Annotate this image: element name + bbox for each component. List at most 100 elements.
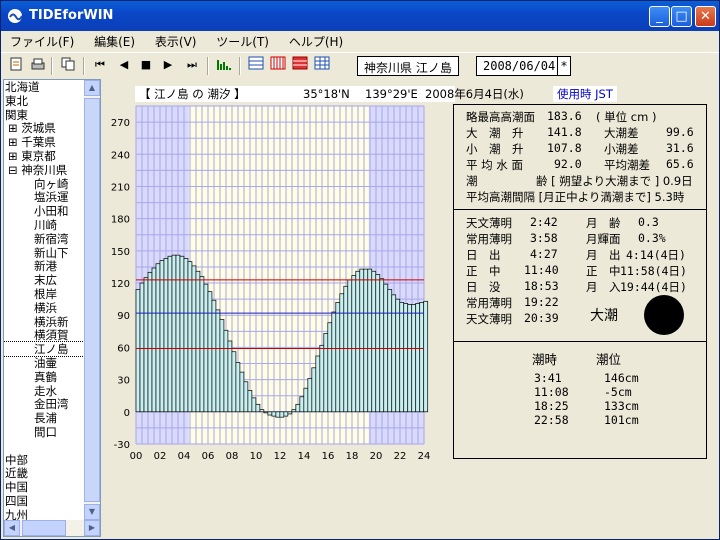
tide-bar bbox=[239, 371, 245, 413]
tide-bar bbox=[287, 411, 293, 415]
tide-bar bbox=[175, 254, 181, 413]
tide-bar bbox=[319, 344, 325, 413]
scroll-down-icon[interactable]: ▼ bbox=[84, 504, 100, 520]
tide-level: 101cm bbox=[604, 413, 639, 427]
tide-bar bbox=[415, 303, 421, 413]
stop-icon[interactable]: ■ bbox=[137, 56, 155, 74]
tree-item[interactable] bbox=[4, 439, 84, 453]
scroll-right-icon[interactable]: ▶ bbox=[84, 520, 100, 536]
tree-item[interactable]: 間口 bbox=[4, 425, 84, 439]
close-button[interactable]: ✕ bbox=[695, 6, 716, 27]
tree-item[interactable]: 新宿湾 bbox=[4, 232, 84, 246]
tree-item[interactable]: 真鶴 bbox=[4, 370, 84, 384]
tree-item[interactable]: ⊞ 東京都 bbox=[4, 149, 84, 163]
y-tick-label: 120 bbox=[111, 279, 130, 290]
menu-file[interactable]: ファイル(F) bbox=[3, 31, 81, 52]
menu-view[interactable]: 表示(V) bbox=[148, 31, 204, 52]
menu-edit[interactable]: 編集(E) bbox=[87, 31, 142, 52]
tree-item[interactable]: 九州 bbox=[4, 508, 84, 520]
new-icon[interactable] bbox=[7, 56, 25, 74]
date-picker-button[interactable]: * bbox=[557, 56, 571, 76]
tree-item[interactable]: 関東 bbox=[4, 108, 84, 122]
tree-item[interactable]: 油壷 bbox=[4, 356, 84, 370]
tree-item[interactable]: 横浜 bbox=[4, 301, 84, 315]
prev-icon[interactable]: ◀ bbox=[115, 56, 133, 74]
y-tick-label: 180 bbox=[111, 215, 130, 226]
tree-item[interactable]: 北海道 bbox=[4, 80, 84, 94]
last-icon[interactable]: ⏭ bbox=[183, 56, 201, 74]
chart-icon[interactable] bbox=[215, 56, 233, 74]
view-grid-red-icon[interactable] bbox=[269, 56, 287, 74]
tide-bar bbox=[271, 411, 277, 417]
tree-item[interactable]: 走水 bbox=[4, 384, 84, 398]
maximize-button[interactable]: □ bbox=[671, 6, 692, 27]
tree-item[interactable]: 新山下 bbox=[4, 246, 84, 260]
tree-item[interactable]: 末広 bbox=[4, 273, 84, 287]
tree-item[interactable]: 東北 bbox=[4, 94, 84, 108]
next-icon[interactable]: ▶ bbox=[159, 56, 177, 74]
tree-item[interactable]: 小田和 bbox=[4, 204, 84, 218]
astro-twilight-am-value: 2:42 bbox=[530, 215, 558, 229]
tide-bar bbox=[387, 289, 393, 413]
moon-phase-label: 大潮 bbox=[590, 308, 618, 324]
tide-bar bbox=[211, 299, 217, 413]
tide-bar bbox=[399, 302, 405, 413]
info-tide-age-value: 齢 [ 朔望より大潮まで ] 0.9日 bbox=[536, 174, 693, 188]
minimize-button[interactable]: _ bbox=[649, 6, 670, 27]
tree-item[interactable]: 近畿 bbox=[4, 466, 84, 480]
scroll-up-icon[interactable]: ▲ bbox=[84, 80, 100, 96]
tree-item[interactable]: 新港 bbox=[4, 259, 84, 273]
x-tick-label: 24 bbox=[418, 451, 431, 462]
tide-bar bbox=[335, 302, 341, 413]
menu-help[interactable]: ヘルプ(H) bbox=[282, 31, 350, 52]
copy-icon[interactable] bbox=[59, 56, 77, 74]
info-tide-age-label: 潮 bbox=[466, 174, 478, 188]
region-tree: 北海道 東北 関東 ⊞ 茨城県 ⊞ 千葉県 ⊞ 東京都 ⊟ 神奈川県 向ヶ崎 塩浜運 小田和 川崎新… bbox=[3, 79, 101, 537]
tree-item[interactable]: ⊞ 茨城県 bbox=[4, 121, 84, 135]
tide-bar bbox=[383, 283, 389, 413]
view-table-icon[interactable] bbox=[313, 56, 331, 74]
tree-item[interactable]: ⊟ 神奈川県 bbox=[4, 163, 84, 177]
tree-item[interactable]: 中部 bbox=[4, 453, 84, 467]
tree-item[interactable]: 江ノ島 bbox=[4, 341, 84, 357]
hscroll-thumb[interactable] bbox=[22, 520, 66, 536]
tide-bar bbox=[355, 270, 361, 413]
y-tick-label: 0 bbox=[124, 408, 130, 419]
y-tick-label: -30 bbox=[114, 440, 130, 451]
x-tick-label: 22 bbox=[394, 451, 407, 462]
tree-item[interactable]: 川崎 bbox=[4, 218, 84, 232]
print-icon[interactable] bbox=[29, 56, 47, 74]
tree-item[interactable]: 中国 bbox=[4, 480, 84, 494]
tree-item[interactable]: ⊞ 千葉県 bbox=[4, 135, 84, 149]
view-fill-red-icon[interactable] bbox=[291, 56, 309, 74]
view-list-icon[interactable] bbox=[247, 56, 265, 74]
tide-level: -5cm bbox=[604, 385, 632, 399]
tree-item[interactable]: 四国 bbox=[4, 494, 84, 508]
region-tree-list[interactable]: 北海道 東北 関東 ⊞ 茨城県 ⊞ 千葉県 ⊞ 東京都 ⊟ 神奈川県 向ヶ崎 塩浜運 小田和 川崎新… bbox=[4, 80, 84, 520]
sunrise-label: 日 出 bbox=[466, 248, 501, 262]
tide-bar bbox=[419, 302, 425, 413]
first-icon[interactable]: ⏮ bbox=[91, 56, 109, 74]
tree-item[interactable]: 向ヶ崎 bbox=[4, 177, 84, 191]
tree-item[interactable]: 横須賀 bbox=[4, 328, 84, 342]
info-mean-level-label: 平 均 水 面 bbox=[466, 158, 523, 172]
date-field[interactable]: 2008/06/04 bbox=[476, 56, 563, 76]
tree-item[interactable]: 根岸 bbox=[4, 287, 84, 301]
app-icon bbox=[8, 9, 23, 23]
tree-item[interactable]: 塩浜運 bbox=[4, 190, 84, 204]
title-bar[interactable]: TIDEforWIN _ □ ✕ bbox=[1, 1, 719, 31]
tree-horizontal-scrollbar[interactable]: ◀ ▶ bbox=[4, 520, 100, 536]
moonset-value: 19:44(4日) bbox=[620, 280, 687, 294]
tide-bar bbox=[291, 409, 297, 413]
tree-item[interactable]: 横浜新 bbox=[4, 315, 84, 329]
x-tick-label: 08 bbox=[226, 451, 239, 462]
menu-tools[interactable]: ツール(T) bbox=[209, 31, 276, 52]
tree-item[interactable]: 金田湾 bbox=[4, 397, 84, 411]
chart-latitude: 35°18'N bbox=[303, 87, 350, 101]
chart-title: 【 江ノ島 の 潮汐 】 bbox=[139, 87, 246, 101]
tide-bar bbox=[191, 265, 197, 413]
tree-vertical-scrollbar[interactable]: ▲ ▼ bbox=[84, 80, 100, 520]
tree-item[interactable]: 長浦 bbox=[4, 411, 84, 425]
scroll-thumb[interactable] bbox=[84, 98, 100, 502]
scroll-left-icon[interactable]: ◀ bbox=[4, 520, 20, 536]
